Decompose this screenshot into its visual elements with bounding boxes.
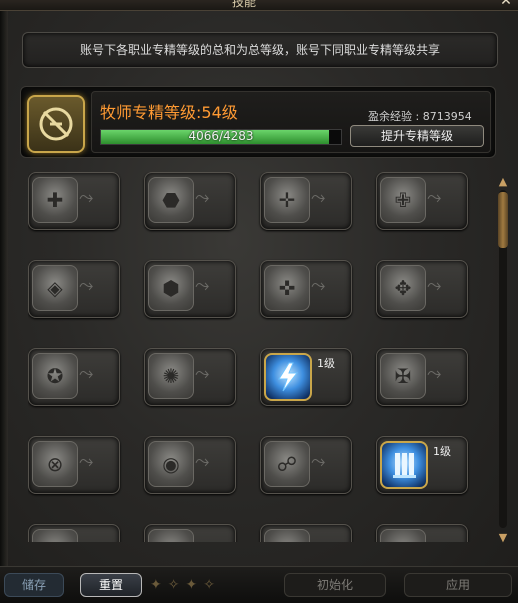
surplus-exp-label: 盈余经验 : 8713954 bbox=[368, 110, 472, 123]
skill-slot[interactable]: ⬣⤳ bbox=[144, 524, 236, 542]
skill-icon[interactable]: ⊗ bbox=[32, 441, 78, 487]
skill-icon[interactable]: ✙ bbox=[380, 529, 426, 542]
skill-icon[interactable]: ✙ bbox=[380, 177, 426, 223]
skill-book-icon: ⤳ bbox=[195, 187, 210, 208]
skill-icon[interactable]: ⬢ bbox=[148, 265, 194, 311]
skill-slot[interactable]: ✜ ⤳ bbox=[260, 260, 352, 318]
skill-slot[interactable]: 1级 bbox=[376, 436, 468, 494]
skill-book-icon: ⤳ bbox=[195, 539, 231, 542]
summary-panel: 牧师专精等级:54级 4066/4283 盈余经验 : 8713954 提升专精… bbox=[91, 91, 491, 153]
pillar-skill-icon[interactable] bbox=[380, 441, 428, 489]
skill-book-icon: ⤳ bbox=[427, 187, 442, 208]
skill-slot[interactable]: ✚⤳ bbox=[28, 172, 120, 230]
notice-banner: 账号下各职业专精等级的总和为总等级，账号下同职业专精等级共享 bbox=[22, 32, 498, 68]
skill-book-icon: ⤳ bbox=[311, 275, 326, 296]
skill-window: 技能 ✕ 账号下各职业专精等级的总和为总等级，账号下同职业专精等级共享 牧师专精… bbox=[0, 0, 518, 603]
skill-book-icon: ⤳ bbox=[427, 539, 463, 542]
skill-slot[interactable]: ◉ ⤳ bbox=[144, 436, 236, 494]
skill-book-icon: ⤳ bbox=[311, 451, 326, 472]
skill-icon[interactable]: ✛ bbox=[264, 529, 310, 542]
skill-slot[interactable]: ✪ ⤳ bbox=[28, 348, 120, 406]
skill-book-icon: ⤳ bbox=[79, 187, 94, 208]
skill-book-icon: ⤳ bbox=[311, 187, 326, 208]
skill-icon[interactable]: ✠ bbox=[380, 353, 426, 399]
skill-icon[interactable]: ✚ bbox=[32, 177, 78, 223]
skill-slot[interactable]: ✠ ⤳ bbox=[376, 348, 468, 406]
exp-progress-bar: 4066/4283 bbox=[100, 129, 342, 145]
scroll-down-icon[interactable]: ▼ bbox=[496, 532, 510, 544]
skill-icon[interactable]: ✥ bbox=[380, 265, 426, 311]
skill-slot[interactable]: ✥ ⤳ bbox=[376, 260, 468, 318]
skill-icon[interactable]: ✚ bbox=[32, 529, 78, 542]
skill-book-icon: ⤳ bbox=[79, 451, 94, 472]
save-button[interactable]: 储存 bbox=[4, 573, 64, 597]
skill-book-icon: ⤳ bbox=[195, 363, 210, 384]
apply-button[interactable]: 应用 bbox=[404, 573, 512, 597]
skill-slot[interactable]: ☍ ⤳ bbox=[260, 436, 352, 494]
lightning-skill-icon[interactable] bbox=[264, 353, 312, 401]
skill-book-icon: ⤳ bbox=[195, 275, 210, 296]
skill-slot[interactable]: ✛⤳ bbox=[260, 172, 352, 230]
skill-book-icon: ⤳ bbox=[79, 275, 94, 296]
skill-icon[interactable]: ✜ bbox=[264, 265, 310, 311]
skill-icon[interactable]: ✺ bbox=[148, 353, 194, 399]
skill-icon[interactable]: ☍ bbox=[264, 441, 310, 487]
skill-icon[interactable]: ◉ bbox=[148, 441, 194, 487]
skill-slot[interactable]: ⬣⤳ bbox=[144, 172, 236, 230]
bottom-action-bar: 储存 重置 ✦✧✦✧ 初始化 应用 bbox=[0, 566, 518, 603]
skill-slot[interactable]: ✙⤳ bbox=[376, 172, 468, 230]
skill-book-icon: ⤳ bbox=[195, 451, 210, 472]
skill-slot[interactable]: ✛⤳ bbox=[260, 524, 352, 542]
specialization-summary: 牧师专精等级:54级 4066/4283 盈余经验 : 8713954 提升专精… bbox=[20, 86, 496, 158]
specialization-level: 牧师专精等级:54级 bbox=[100, 103, 238, 122]
skill-slot[interactable]: ⊗ ⤳ bbox=[28, 436, 120, 494]
scroll-thumb[interactable] bbox=[498, 192, 508, 248]
skill-icon[interactable]: ⬣ bbox=[148, 529, 194, 542]
decorative-icons: ✦✧✦✧ bbox=[150, 577, 221, 593]
skill-book-icon: ⤳ bbox=[79, 539, 115, 542]
skill-scrollbar[interactable]: ▲ ▼ bbox=[496, 172, 510, 552]
upgrade-specialization-button[interactable]: 提升专精等级 bbox=[350, 125, 484, 147]
skill-slot[interactable]: 1级 bbox=[260, 348, 352, 406]
title-bar: 技能 ✕ bbox=[0, 0, 518, 11]
skill-slot[interactable]: ✚⤳ bbox=[28, 524, 120, 542]
skill-book-icon: ⤳ bbox=[311, 539, 347, 542]
close-icon[interactable]: ✕ bbox=[498, 0, 514, 8]
skill-icon[interactable]: ✛ bbox=[264, 177, 310, 223]
reset-button[interactable]: 重置 bbox=[80, 573, 142, 597]
priest-class-icon bbox=[27, 95, 85, 153]
skill-slot[interactable]: ⬢ ⤳ bbox=[144, 260, 236, 318]
skill-slot[interactable]: ✙⤳ bbox=[376, 524, 468, 542]
skill-icon[interactable]: ✪ bbox=[32, 353, 78, 399]
skill-slot[interactable]: ✺ ⤳ bbox=[144, 348, 236, 406]
skill-grid: ✚⤳⬣⤳✛⤳✙⤳◈⤳⬢⤳✜⤳✥⤳✪⤳✺⤳1级✠⤳⊗⤳◉⤳☍⤳1级✚⤳⬣⤳✛⤳✙⤳ bbox=[28, 172, 488, 542]
skill-book-icon: ⤳ bbox=[79, 363, 94, 384]
exp-progress-text: 4066/4283 bbox=[188, 129, 254, 143]
skill-slot[interactable]: ◈ ⤳ bbox=[28, 260, 120, 318]
scroll-up-icon[interactable]: ▲ bbox=[496, 176, 510, 188]
skill-book-icon: ⤳ bbox=[427, 275, 442, 296]
initialize-button[interactable]: 初始化 bbox=[284, 573, 386, 597]
skill-level-label: 1级 bbox=[317, 357, 335, 370]
skill-icon[interactable]: ⬣ bbox=[148, 177, 194, 223]
window-left-edge bbox=[0, 0, 8, 602]
skill-book-icon: ⤳ bbox=[427, 363, 442, 384]
window-title: 技能 bbox=[232, 0, 257, 9]
skill-icon[interactable]: ◈ bbox=[32, 265, 78, 311]
skill-level-label: 1级 bbox=[433, 445, 451, 458]
